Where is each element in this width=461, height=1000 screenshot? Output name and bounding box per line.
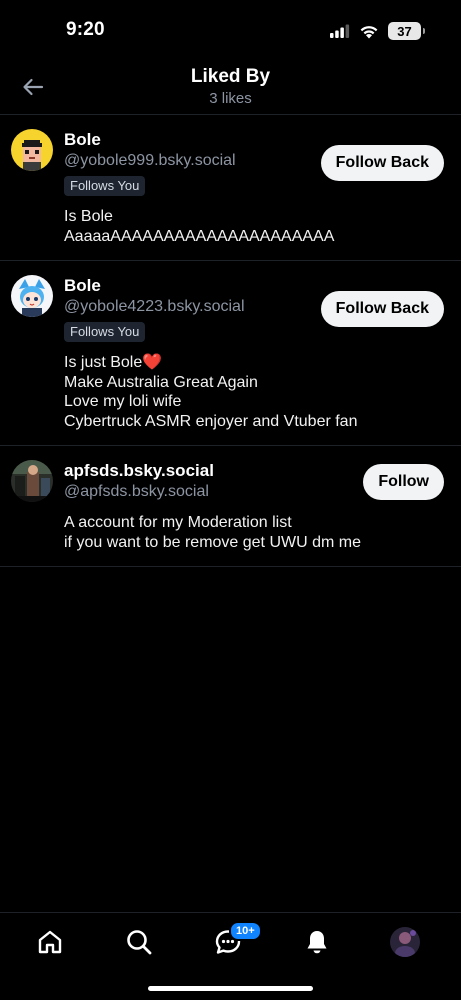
- profile-avatar: [390, 927, 420, 957]
- avatar[interactable]: [11, 460, 53, 502]
- follows-you-badge: Follows You: [64, 322, 146, 342]
- follow-back-button[interactable]: Follow Back: [320, 145, 444, 181]
- user-row[interactable]: Bole @yobole999.bsky.social Follows You …: [0, 115, 461, 261]
- status-bar: 9:20 37: [0, 0, 461, 60]
- like-count: 3 likes: [209, 90, 252, 107]
- search-icon: [127, 930, 152, 955]
- bell-icon: [307, 931, 327, 954]
- follow-back-button[interactable]: Follow Back: [320, 291, 444, 327]
- status-icons: 37: [330, 21, 425, 41]
- avatar[interactable]: [11, 275, 53, 317]
- tab-profile[interactable]: [390, 927, 420, 957]
- chat-unread-badge: 10+: [229, 921, 262, 941]
- follow-button[interactable]: Follow: [363, 464, 444, 500]
- battery-indicator: 37: [388, 22, 425, 40]
- avatar[interactable]: [11, 129, 53, 171]
- follows-you-badge: Follows You: [64, 176, 146, 196]
- home-icon: [38, 930, 62, 954]
- header: Liked By 3 likes: [0, 60, 461, 115]
- tab-search[interactable]: [124, 927, 154, 957]
- tab-home[interactable]: [35, 927, 65, 957]
- home-indicator: [148, 986, 313, 991]
- wifi-icon: [360, 25, 378, 38]
- user-row[interactable]: Bole @yobole4223.bsky.social Follows You…: [0, 261, 461, 446]
- page-title: Liked By: [190, 66, 271, 87]
- cellular-signal-icon: [330, 24, 350, 38]
- liked-by-list: Bole @yobole999.bsky.social Follows You …: [0, 115, 461, 567]
- tab-bar: 10+: [0, 912, 461, 1000]
- user-row[interactable]: apfsds.bsky.social @apfsds.bsky.social A…: [0, 446, 461, 567]
- user-bio: A account for my Moderation list if you …: [64, 514, 361, 551]
- user-bio: Is just Bole❤️ Make Australia Great Agai…: [64, 354, 358, 430]
- status-time: 9:20: [66, 19, 105, 40]
- tab-notifications[interactable]: [302, 927, 332, 957]
- user-bio: Is Bole AaaaaAAAAAAAAAAAAAAAAAAAAA: [64, 208, 335, 245]
